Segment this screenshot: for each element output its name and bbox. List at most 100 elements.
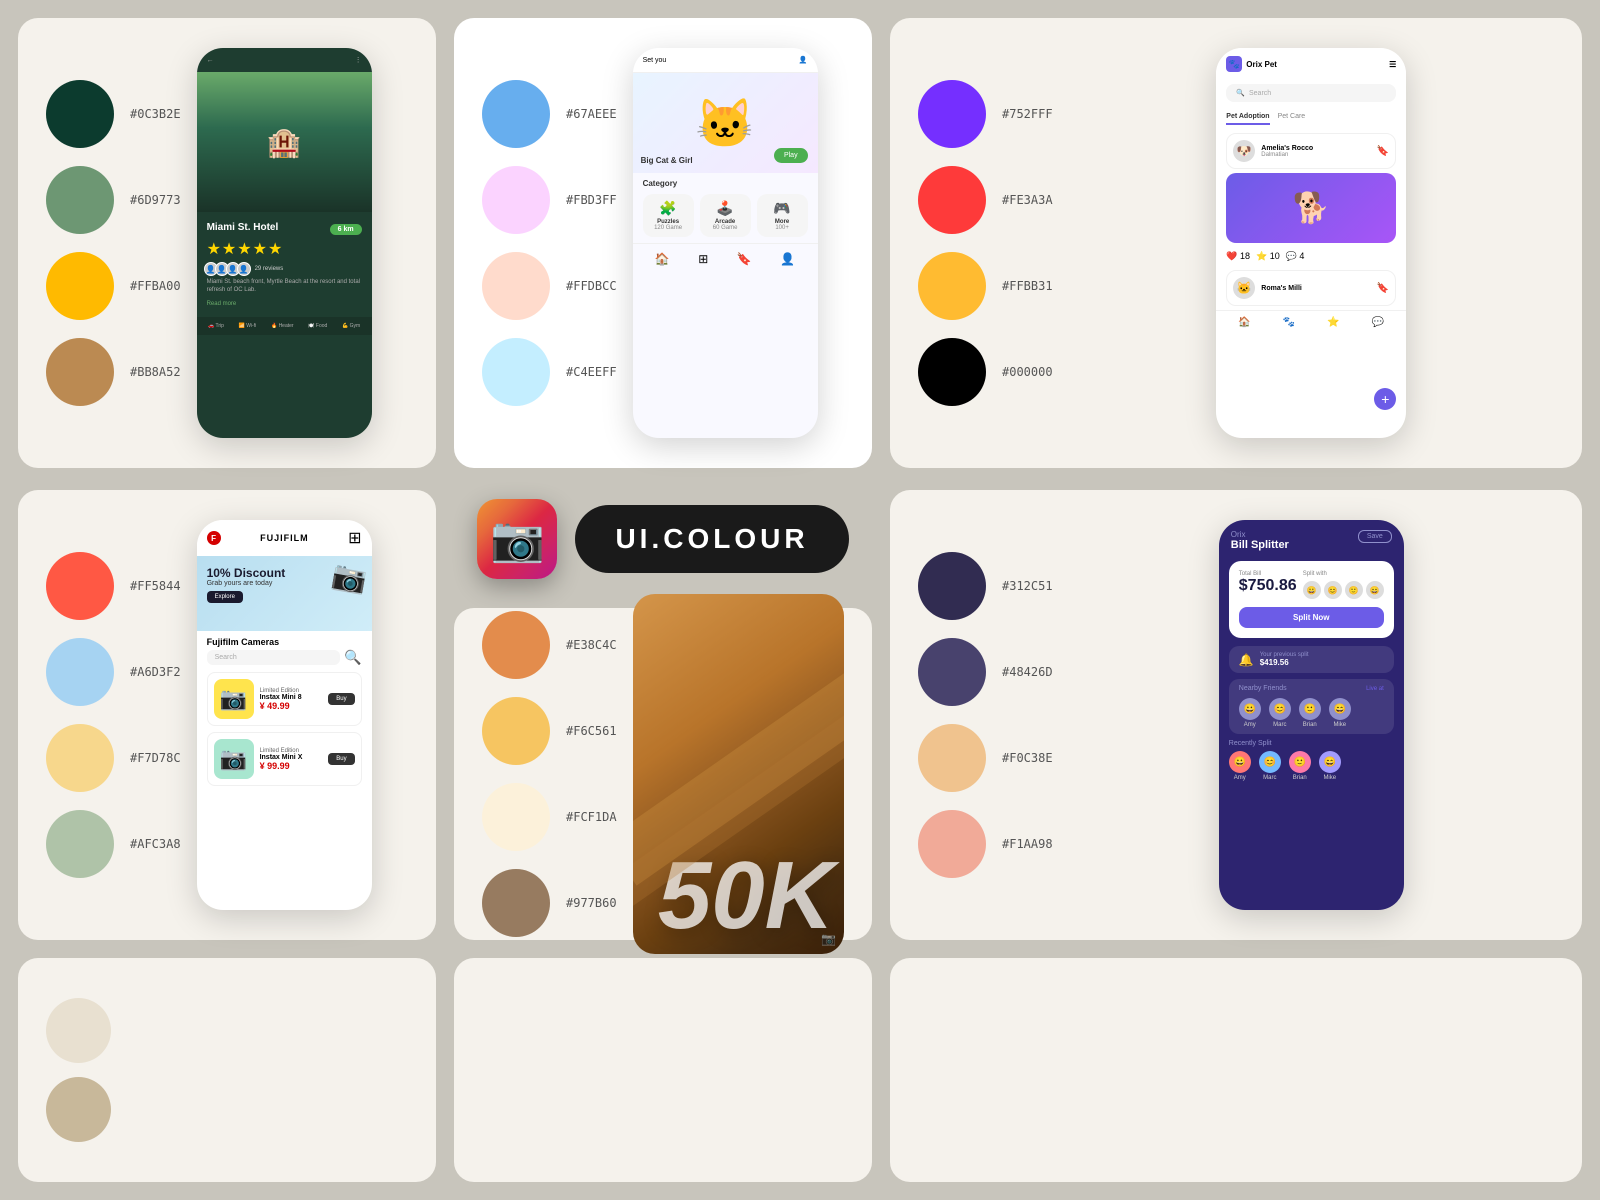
bottom-swatch-2 (46, 1077, 111, 1142)
hex-a6d3: #A6D3F2 (130, 638, 181, 706)
star-nav-icon[interactable]: ⭐ (1327, 317, 1339, 328)
hex-752: #752FFF (1002, 80, 1053, 148)
recent-4[interactable]: 😄 Mike (1319, 751, 1341, 781)
hotel-stars: ★★★★★ (207, 239, 362, 259)
game-title: Big Cat & Girl (641, 156, 693, 165)
tab-care[interactable]: Pet Care (1278, 110, 1306, 125)
pet-tabs: Pet Adoption Pet Care (1216, 106, 1406, 129)
star-react-icon[interactable]: ⭐ 10 (1256, 251, 1280, 262)
chat-icon[interactable]: 💬 4 (1286, 251, 1305, 262)
swatch-red (918, 166, 986, 234)
chat-nav-icon[interactable]: 💬 (1372, 317, 1384, 328)
swatch-purple (918, 80, 986, 148)
recent-name-4: Mike (1323, 775, 1336, 781)
brand-name: UI.COLOUR (575, 505, 848, 573)
swatch-484 (918, 638, 986, 706)
hex-312: #312C51 (1002, 552, 1053, 620)
review-avatars: 👤 👤 👤 👤 (207, 262, 251, 276)
fuji-buy-minix[interactable]: Buy (328, 753, 354, 765)
pet-card-milli[interactable]: 🐱 Roma's Milli 🔖 (1226, 270, 1396, 306)
friend-marc[interactable]: 😊 Marc (1269, 698, 1291, 728)
fuji-product-mini8[interactable]: 📷 Limited Edition Instax Mini 8 ¥ 49.99 … (207, 672, 362, 726)
nav-bookmark-icon[interactable]: 🔖 (737, 252, 752, 266)
fuji-camera-icon: 📷 (329, 558, 369, 597)
fuji-explore-btn[interactable]: Explore (207, 591, 243, 603)
fuji-brand: FUJIFILM (260, 533, 309, 543)
fuji-red-icon: F (207, 531, 221, 545)
fuji-search-box[interactable]: Search (207, 650, 341, 665)
milli-bookmark[interactable]: 🔖 (1377, 283, 1389, 294)
nav-profile-icon[interactable]: 👤 (780, 252, 795, 266)
brian-name: Brian (1303, 722, 1317, 728)
bill-recent-row: 😀 Amy 😊 Marc 🙂 Brian 😄 Mike (1229, 751, 1394, 781)
recent-2[interactable]: 😊 Marc (1259, 751, 1281, 781)
bill-title-area: Orix Bill Splitter (1231, 530, 1289, 551)
fuji-product-minix[interactable]: 📷 Limited Edition Instax Mini X ¥ 99.99 … (207, 732, 362, 786)
bill-friend-row: 😀 Amy 😊 Marc 🙂 Brian 😄 Mike (1239, 698, 1384, 728)
bookmark-icon[interactable]: 🔖 (1377, 146, 1389, 157)
recent-1[interactable]: 😀 Amy (1229, 751, 1251, 781)
rocco-type: Dalmatian (1261, 152, 1313, 158)
game-title-area: Big Cat & Girl (641, 156, 693, 165)
hex-label-4: #BB8A52 (130, 338, 181, 406)
hex-484: #48426D (1002, 638, 1053, 706)
mike-avatar: 😄 (1329, 698, 1351, 720)
avatar-4: 👤 (237, 262, 251, 276)
bottom-left-swatches (46, 998, 111, 1142)
nav-grid-icon[interactable]: ⊞ (698, 252, 708, 266)
amy-avatar: 😀 (1239, 698, 1261, 720)
game-item-puzzles[interactable]: 🧩 Puzzles 120 Game (643, 194, 694, 237)
game-item-arcade[interactable]: 🕹️ Arcade 60 Game (700, 194, 751, 237)
bill-total-amount: $750.86 (1239, 577, 1297, 595)
friend-amy[interactable]: 😀 Amy (1239, 698, 1261, 728)
fuji-menu-icon[interactable]: ⊞ (348, 528, 361, 548)
bill-nearby: Nearby Friends Live at 😀 Amy 😊 Marc 🙂 Br… (1229, 679, 1394, 734)
recent-3[interactable]: 🙂 Brian (1289, 751, 1311, 781)
game-top-text: Set you (643, 57, 667, 64)
heart-icon[interactable]: ❤️ 18 (1226, 251, 1250, 262)
play-button[interactable]: Play (774, 148, 808, 163)
search-icon: 🔍 (1236, 89, 1245, 97)
brian-avatar: 🙂 (1299, 698, 1321, 720)
fuji-product-mini8-info: Limited Edition Instax Mini 8 ¥ 49.99 (260, 688, 323, 711)
bill-split-btn[interactable]: Split Now (1239, 607, 1384, 628)
tab-adoption[interactable]: Pet Adoption (1226, 110, 1269, 125)
back-icon: ← (207, 57, 214, 64)
bottom-swatch-1 (46, 998, 111, 1063)
home-nav-icon[interactable]: 🏠 (1238, 317, 1250, 328)
fuji-phone: F FUJIFILM ⊞ 10% Discount Grab yours are… (197, 520, 372, 910)
pet-panel: #752FFF #FE3A3A #FFBB31 #000000 🐾 Orix P… (890, 18, 1582, 468)
hex-e38: #E38C4C (566, 611, 617, 679)
pet-phone: 🐾 Orix Pet ☰ 🔍 Search Pet Adoption Pet C… (1216, 48, 1406, 438)
fuji-buy-mini8[interactable]: Buy (328, 693, 354, 705)
bill-recently-label: Recently Split (1229, 740, 1394, 747)
pet-logo: 🐾 (1226, 56, 1242, 72)
swatch-yellow (918, 252, 986, 320)
settings-icon[interactable]: ☰ (1389, 60, 1396, 69)
fuji-price-minix: ¥ 99.99 (260, 761, 323, 771)
pet-card-rocco[interactable]: 🐶 Amelia's Rocco Dalmatian 🔖 (1226, 133, 1396, 169)
recent-avatar-1: 😀 (1229, 751, 1251, 773)
fuji-search-icon[interactable]: 🔍 (344, 649, 361, 666)
read-more[interactable]: Read more (207, 301, 362, 307)
add-button[interactable]: + (1374, 388, 1396, 410)
rocco-info: Amelia's Rocco Dalmatian (1261, 145, 1313, 158)
game-hero: 🐱 Big Cat & Girl Play (633, 73, 818, 173)
paw-nav-icon[interactable]: 🐾 (1283, 317, 1295, 328)
bill-prev-text: Your previous split $419.56 (1260, 652, 1309, 667)
milli-name: Roma's Milli (1261, 285, 1302, 292)
friend-brian[interactable]: 🙂 Brian (1299, 698, 1321, 728)
hex-67: #67AEEE (566, 80, 617, 148)
pet-dog-image: 🐕 (1226, 173, 1396, 243)
rocco-name: Amelia's Rocco (1261, 145, 1313, 152)
nav-home-icon[interactable]: 🏠 (655, 252, 670, 266)
nav-gym: 💪 Gym (342, 323, 360, 329)
pet-search[interactable]: 🔍 Search (1226, 84, 1396, 102)
fuji-product-minix-info: Limited Edition Instax Mini X ¥ 99.99 (260, 748, 323, 771)
recent-name-2: Marc (1263, 775, 1276, 781)
friend-mike[interactable]: 😄 Mike (1329, 698, 1351, 728)
bill-save-btn[interactable]: Save (1358, 530, 1392, 543)
hex-ff: #FFDBCC (566, 252, 617, 320)
discount-labels: #E38C4C #F6C561 #FCF1DA #977B60 (566, 611, 617, 937)
game-item-more[interactable]: 🎮 More 100+ (757, 194, 808, 237)
